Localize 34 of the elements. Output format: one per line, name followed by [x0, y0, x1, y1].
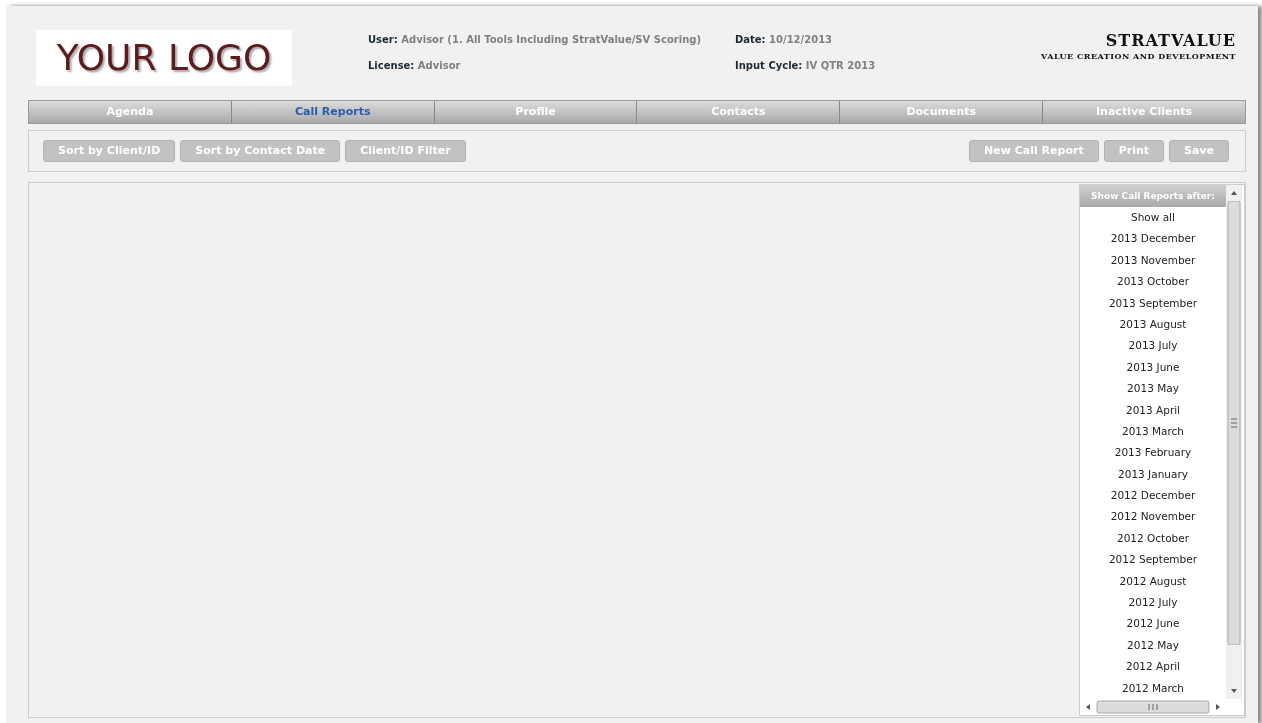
list-item[interactable]: 2013 November — [1080, 249, 1226, 272]
list-item[interactable]: 2012 November — [1080, 506, 1226, 528]
scrollbar-thumb[interactable] — [1227, 201, 1241, 645]
list-item[interactable]: 2013 December — [1080, 228, 1226, 250]
list-item[interactable]: 2013 September — [1080, 292, 1226, 314]
horizontal-scrollbar-thumb[interactable] — [1096, 699, 1210, 715]
nav-tab[interactable]: Call Reports — [231, 101, 435, 123]
list-item[interactable]: 2012 September — [1080, 549, 1226, 571]
list-item[interactable]: 2013 March — [1080, 420, 1226, 443]
list-item[interactable]: 2013 October — [1080, 271, 1226, 293]
list-item[interactable]: 2012 July — [1080, 592, 1226, 614]
list-item[interactable]: 2012 April — [1080, 656, 1226, 678]
logo: YOUR LOGO — [36, 30, 292, 86]
info-line: Date: 10/12/2013 — [735, 33, 834, 47]
list-item[interactable]: 2013 July — [1080, 335, 1226, 357]
brand-subtitle: VALUE CREATION AND DEVELOPMENT — [1041, 50, 1236, 62]
info-line: Input Cycle: IV QTR 2013 — [735, 59, 876, 73]
list-item[interactable]: 2012 March — [1080, 677, 1226, 699]
list-item[interactable]: 2013 June — [1080, 356, 1226, 379]
list-item[interactable]: 2012 August — [1080, 570, 1226, 593]
list-item[interactable]: 2012 May — [1080, 634, 1226, 657]
list-item[interactable]: 2013 April — [1080, 399, 1226, 421]
list-header: Show Call Reports after: — [1080, 185, 1226, 207]
list-item[interactable]: 2013 May — [1080, 378, 1226, 400]
list-item[interactable]: 2013 February — [1080, 442, 1226, 464]
info-line: License: Advisor — [368, 59, 462, 73]
list-item[interactable]: 2013 January — [1080, 463, 1226, 486]
brand-title: STRATVALUE — [1104, 32, 1236, 50]
info-line: User: Advisor (1. All Tools Including StratValue/SV Scoring) — [368, 33, 701, 47]
list-item[interactable]: 2012 October — [1080, 527, 1226, 550]
list-item[interactable]: 2012 December — [1080, 485, 1226, 507]
list-item[interactable]: 2012 June — [1080, 613, 1226, 635]
list-item[interactable]: Show all — [1080, 207, 1226, 229]
list-item[interactable]: 2013 August — [1080, 313, 1226, 336]
